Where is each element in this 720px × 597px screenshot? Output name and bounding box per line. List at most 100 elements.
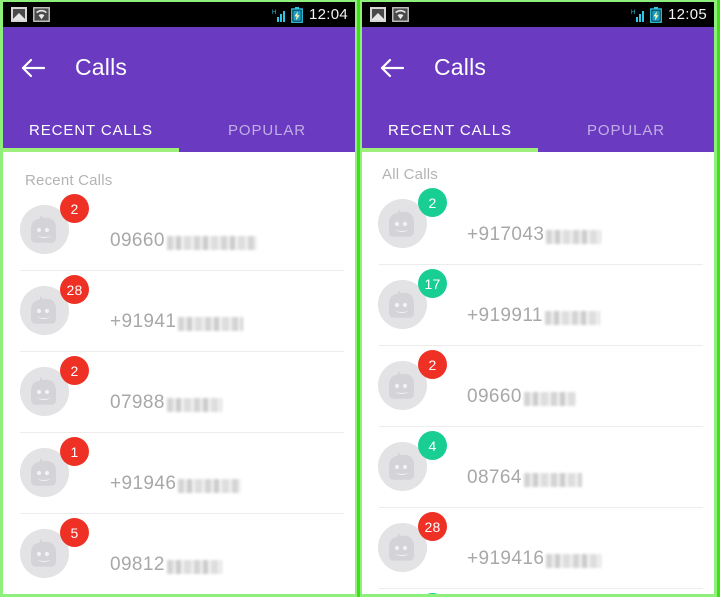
call-list-item[interactable]: 28 +91941 [3,270,355,351]
phone-number: 09812 [110,554,222,576]
battery-charging-icon [650,6,662,23]
phone-number-prefix: 09660 [110,229,165,251]
svg-text:H: H [272,10,276,16]
phone-screen-right: H 12:05 Calls RECENT CALLS POPULAR All C… [360,0,717,597]
tab-recent-calls[interactable]: RECENT CALLS [362,108,538,152]
redacted-number-block [546,229,602,244]
missed-call-count-badge: 14 [418,593,447,594]
calls-list[interactable]: Recent Calls 2 09660 28 +91941 2 07988 1… [3,152,355,594]
missed-call-count-badge: 5 [60,518,89,547]
page-title: Calls [434,54,487,80]
redacted-number-block [166,397,222,412]
missed-call-count-badge: 4 [418,431,447,460]
missed-call-count-badge: 28 [60,275,89,304]
hspa-signal-icon: H [272,10,285,22]
tab-popular[interactable]: POPULAR [538,108,714,152]
app-bar: Calls [362,27,714,108]
image-icon [370,7,386,22]
missed-call-count-badge: 2 [60,356,89,385]
status-bar-left-icons [370,7,409,22]
calls-rows: 2 +917043 17 +919911 2 09660 4 08764 28 … [362,183,714,594]
missed-call-count-badge: 1 [60,437,89,466]
phone-number-prefix: +919416 [467,547,545,569]
avatar: 17 [378,269,447,329]
avatar: 5 [20,518,89,578]
avatar: 2 [20,356,89,416]
redacted-number-block [523,472,582,487]
phone-number: 09660 [110,230,257,252]
phone-number-prefix: +917043 [467,223,545,245]
tab-popular[interactable]: POPULAR [179,108,355,152]
status-bar-clock: 12:04 [308,6,348,23]
call-list-item[interactable]: 5 09812 [3,513,355,594]
call-list-item[interactable]: 2 09660 [3,189,355,270]
redacted-number-block [166,559,222,574]
tab-recent-calls[interactable]: RECENT CALLS [3,108,179,152]
page-title: Calls [75,54,128,80]
missed-call-count-badge: 17 [418,269,447,298]
wifi-icon [392,7,409,22]
phone-number-prefix: +91946 [110,472,177,494]
calls-list[interactable]: All Calls 2 +917043 17 +919911 2 09660 4… [362,152,714,594]
list-section-label: Recent Calls [25,172,113,189]
missed-call-count-badge: 2 [60,194,89,223]
redacted-number-block [546,553,602,568]
avatar: 2 [20,194,89,254]
status-bar-left-icons [11,7,50,22]
tab-bar: RECENT CALLS POPULAR [3,108,355,152]
call-list-item[interactable]: 14 [362,588,714,594]
phone-number-prefix: +919911 [467,304,543,326]
phone-number-prefix: 08764 [467,466,522,488]
phone-number: +91946 [110,472,242,495]
avatar: 28 [378,512,447,572]
wifi-icon [33,7,50,22]
redacted-number-block [544,310,600,325]
redacted-number-block [166,235,257,250]
back-arrow-icon[interactable] [20,57,46,79]
redacted-number-block [178,478,242,493]
phone-screen-left: H 12:04 Calls RECENT CALLS POPULAR Recen… [0,0,357,597]
call-list-item[interactable]: 28 +919416 [362,507,714,588]
call-list-item[interactable]: 2 +917043 [362,183,714,264]
status-bar-clock: 12:05 [667,6,707,23]
status-bar-right-icons: H 12:05 [631,6,707,23]
battery-charging-icon [291,6,303,23]
redacted-number-block [523,391,576,406]
status-bar: H 12:04 [3,2,355,27]
missed-call-count-badge: 2 [418,350,447,379]
missed-call-count-badge: 2 [418,188,447,217]
list-section-label: All Calls [382,166,438,183]
calls-rows: 2 09660 28 +91941 2 07988 1 +91946 5 098… [3,189,355,594]
status-bar-right-icons: H 12:04 [272,6,348,23]
avatar: 2 [378,350,447,410]
call-list-item[interactable]: 2 09660 [362,345,714,426]
tab-bar: RECENT CALLS POPULAR [362,108,714,152]
phone-number: +919911 [467,305,600,327]
missed-call-count-badge: 28 [418,512,447,541]
avatar: 28 [20,275,89,335]
phone-number: 08764 [467,467,582,489]
phone-number: +91941 [110,310,244,333]
phone-number: +919416 [467,547,602,570]
phone-number-prefix: 09660 [467,385,522,407]
phone-number: 09660 [467,386,576,408]
avatar: 4 [378,431,447,491]
phone-number: 07988 [110,392,222,414]
phone-number-prefix: +91941 [110,310,177,332]
phone-number-prefix: 09812 [110,553,165,575]
status-bar: H 12:05 [362,2,714,27]
svg-text:H: H [631,10,635,16]
avatar: 1 [20,437,89,497]
call-list-item[interactable]: 17 +919911 [362,264,714,345]
call-list-item[interactable]: 2 07988 [3,351,355,432]
app-bar: Calls [3,27,355,108]
call-list-item[interactable]: 4 08764 [362,426,714,507]
back-arrow-icon[interactable] [379,57,405,79]
dual-screenshot-container: H 12:04 Calls RECENT CALLS POPULAR Recen… [0,0,720,597]
redacted-number-block [178,316,244,331]
image-icon [11,7,27,22]
call-list-item[interactable]: 1 +91946 [3,432,355,513]
hspa-signal-icon: H [631,10,644,22]
avatar: 2 [378,188,447,248]
phone-number: +917043 [467,223,602,246]
